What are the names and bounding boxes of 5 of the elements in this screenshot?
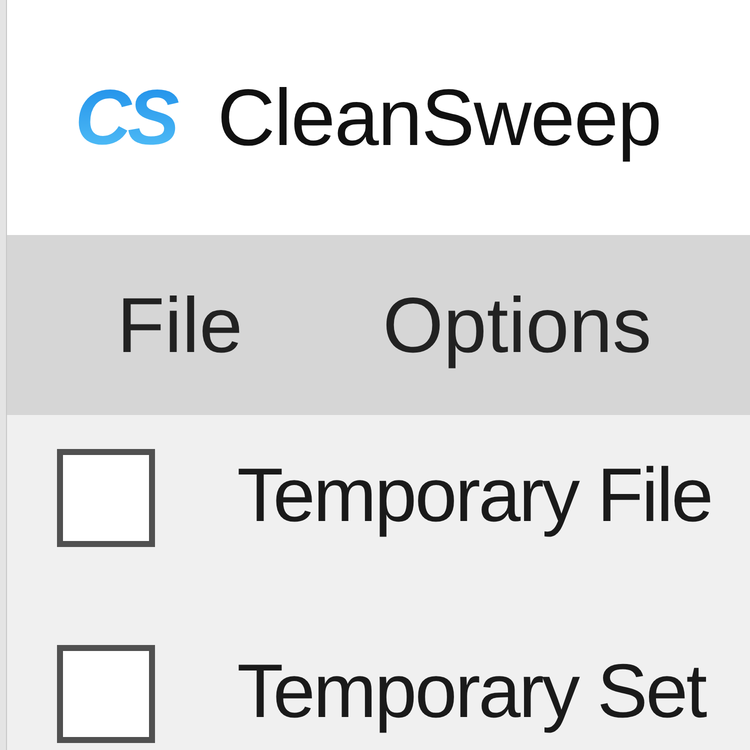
menu-item[interactable]: File	[117, 280, 243, 370]
menu-item[interactable]: Options	[382, 280, 652, 370]
checkbox[interactable]	[57, 449, 155, 547]
checkbox[interactable]	[57, 645, 155, 743]
app-title: CleanSweep	[217, 72, 661, 164]
